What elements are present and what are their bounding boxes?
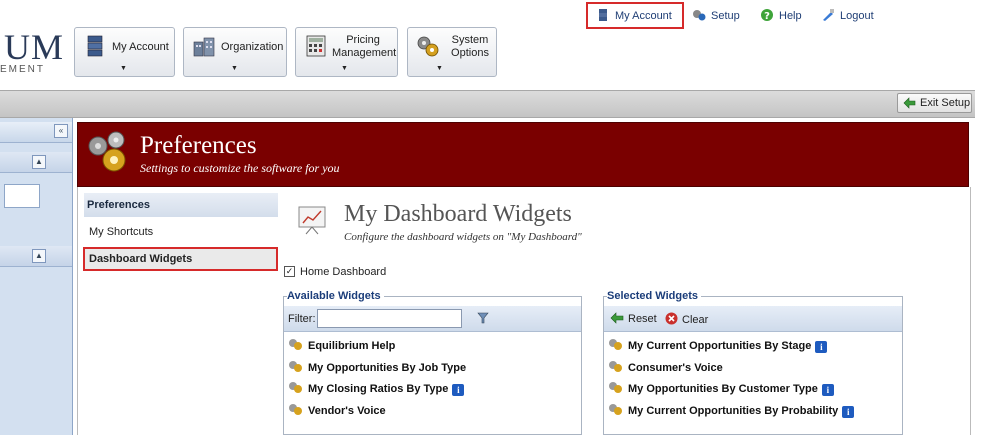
home-dashboard-checkbox[interactable]: ✓	[284, 266, 295, 277]
gears-icon	[609, 339, 622, 350]
banner-subtitle: Settings to customize the software for y…	[140, 161, 340, 175]
nav-pricing-label: Pricing Management	[332, 34, 397, 60]
setup-link[interactable]: Setup	[692, 8, 740, 22]
setup-link-label: Setup	[711, 10, 740, 22]
available-widget-item[interactable]: Vendor's Voice	[288, 403, 386, 417]
left-side-panel: « ▲ ▲	[0, 118, 73, 435]
section-1-collapse-button[interactable]: ▲	[32, 155, 46, 169]
reset-arrow-icon	[610, 312, 624, 324]
logo-subtitle: EMENT	[0, 64, 45, 75]
selected-widget-item[interactable]: Consumer's Voice	[608, 360, 723, 374]
page-subtitle: Configure the dashboard widgets on "My D…	[344, 231, 582, 243]
logout-link[interactable]: Logout	[821, 8, 874, 22]
available-widget-item[interactable]: My Closing Ratios By Type i	[288, 381, 465, 396]
preferences-nav-header: Preferences	[84, 193, 278, 217]
nav-system-options-button[interactable]: System Options ▼	[407, 27, 497, 77]
nav-pricing-label-line2: Management	[332, 47, 397, 59]
gears-icon	[417, 36, 439, 57]
widget-label: My Current Opportunities By Probability	[628, 405, 839, 417]
widget-label: Vendor's Voice	[308, 405, 386, 417]
filter-label: Filter:	[288, 313, 316, 325]
gears-icon	[609, 404, 622, 415]
nav-my-account-label: My Account	[112, 41, 169, 53]
chevron-down-icon: ▼	[231, 65, 238, 72]
logout-icon	[823, 9, 834, 21]
gears-icon	[88, 131, 126, 172]
selected-widget-item[interactable]: My Opportunities By Customer Type i	[608, 381, 834, 396]
exit-setup-button[interactable]: Exit Setup	[897, 93, 972, 113]
gears-icon	[289, 382, 302, 393]
widget-label: My Opportunities By Job Type	[308, 362, 467, 374]
logo: UM	[4, 27, 65, 67]
server-stack-icon	[87, 35, 103, 57]
reset-label: Reset	[628, 313, 657, 325]
info-icon[interactable]: i	[452, 384, 465, 396]
gears-icon	[289, 361, 302, 372]
nav-pricing-management-button[interactable]: Pricing Management ▼	[295, 27, 398, 77]
nav-pricing-label-line1: Pricing	[346, 34, 380, 46]
exit-arrow-icon	[903, 97, 916, 109]
nav-item-dashboard-widgets[interactable]: Dashboard Widgets	[83, 247, 278, 271]
section-2-collapse-button[interactable]: ▲	[32, 249, 46, 263]
selected-widget-item[interactable]: My Current Opportunities By Probability i	[608, 403, 855, 418]
calculator-icon	[306, 35, 326, 57]
page-title: My Dashboard Widgets	[344, 201, 572, 227]
my-account-link[interactable]: My Account	[596, 8, 672, 22]
setup-toolbar	[0, 90, 975, 118]
svg-text:?: ?	[764, 11, 770, 22]
info-icon[interactable]: i	[821, 384, 834, 396]
widget-label: My Opportunities By Customer Type	[628, 383, 818, 395]
chevron-down-icon: ▼	[341, 65, 348, 72]
nav-item-my-shortcuts[interactable]: My Shortcuts	[89, 226, 153, 238]
gears-icon	[609, 361, 622, 372]
selected-widget-item[interactable]: My Current Opportunities By Stage i	[608, 338, 828, 353]
left-panel-input[interactable]	[4, 184, 40, 208]
help-icon: ?	[761, 9, 773, 22]
banner-title: Preferences	[140, 132, 257, 159]
clear-label: Clear	[682, 314, 709, 326]
clear-x-icon	[665, 312, 678, 325]
gear-icon	[693, 10, 706, 21]
collapse-panel-button[interactable]: «	[54, 124, 68, 138]
nav-organization-label: Organization	[221, 41, 284, 53]
exit-setup-label: Exit Setup	[920, 97, 971, 109]
available-widgets-legend: Available Widgets	[287, 290, 384, 302]
nav-my-account-button[interactable]: My Account ▼	[74, 27, 175, 77]
info-icon[interactable]: i	[815, 341, 828, 353]
available-widget-item[interactable]: Equilibrium Help	[288, 338, 395, 352]
nav-system-options-label: System Options	[446, 34, 494, 60]
widget-label: Consumer's Voice	[628, 362, 723, 374]
home-dashboard-label: Home Dashboard	[300, 266, 387, 278]
chevron-down-icon: ▼	[436, 65, 443, 72]
reset-button[interactable]: Reset	[610, 312, 657, 325]
buildings-icon	[193, 37, 215, 57]
nav-organization-button[interactable]: Organization ▼	[183, 27, 287, 77]
gears-icon	[289, 339, 302, 350]
nav-system-label-line2: Options	[451, 47, 489, 59]
my-account-link-label: My Account	[615, 10, 672, 22]
logout-link-label: Logout	[840, 10, 874, 22]
chevron-down-icon: ▼	[120, 65, 127, 72]
server-icon	[599, 9, 607, 21]
selected-widgets-legend: Selected Widgets	[607, 290, 701, 302]
gears-icon	[289, 404, 302, 415]
filter-input[interactable]	[317, 309, 462, 328]
help-link[interactable]: ? Help	[760, 8, 802, 22]
info-icon[interactable]: i	[842, 406, 855, 418]
nav-system-label-line1: System	[451, 34, 489, 46]
widget-label: My Current Opportunities By Stage	[628, 340, 812, 352]
chart-presentation-icon	[298, 206, 326, 235]
widget-label: Equilibrium Help	[308, 340, 396, 352]
clear-button[interactable]: Clear	[665, 312, 708, 326]
filter-clear-icon[interactable]	[476, 311, 490, 325]
gears-icon	[609, 382, 622, 393]
help-link-label: Help	[779, 10, 802, 22]
widget-label: My Closing Ratios By Type	[308, 383, 449, 395]
available-widget-item[interactable]: My Opportunities By Job Type	[288, 360, 466, 374]
